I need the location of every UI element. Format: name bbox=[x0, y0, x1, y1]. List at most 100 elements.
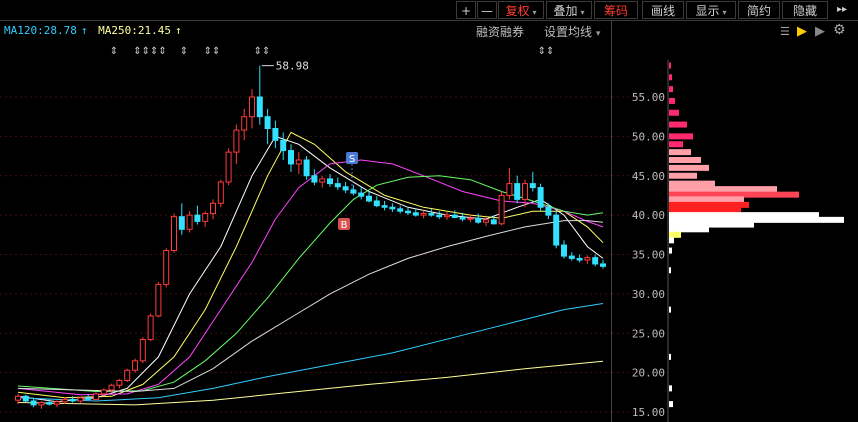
chip-bar bbox=[669, 353, 671, 360]
candle-body bbox=[366, 195, 372, 202]
chip-bar bbox=[669, 172, 697, 179]
candle-body bbox=[522, 183, 528, 200]
ma-line bbox=[17, 131, 604, 399]
chip-bar bbox=[669, 186, 777, 193]
candle-body bbox=[124, 369, 131, 382]
candle-body bbox=[436, 214, 443, 218]
candle-body bbox=[61, 398, 68, 403]
event-mark: ⇕⇕⇕⇕ bbox=[133, 46, 167, 57]
candle-body bbox=[358, 192, 365, 197]
candle-body bbox=[389, 206, 396, 210]
y-tick-label: 55.00 bbox=[632, 91, 665, 104]
chip-bar bbox=[669, 201, 749, 208]
event-mark: ⇕⇕ bbox=[254, 46, 271, 57]
candle-body bbox=[568, 255, 575, 259]
candle-body bbox=[38, 402, 45, 406]
chip-bar bbox=[669, 121, 687, 128]
chip-bar bbox=[669, 226, 709, 233]
candle-body bbox=[444, 214, 450, 218]
candle-body bbox=[132, 360, 138, 371]
chip-bar bbox=[669, 157, 701, 163]
candle-body bbox=[459, 216, 466, 220]
candle-body bbox=[327, 178, 333, 185]
chip-bar bbox=[669, 196, 744, 203]
chip-bar bbox=[669, 247, 672, 254]
y-tick-label: 25.00 bbox=[632, 327, 665, 340]
y-tick-label: 35.00 bbox=[632, 249, 665, 262]
candle-body bbox=[545, 206, 552, 216]
chip-bar bbox=[669, 62, 671, 69]
chip-bar bbox=[669, 180, 715, 187]
chip-bar bbox=[669, 164, 709, 171]
candle-body bbox=[288, 150, 294, 165]
candle-body bbox=[171, 216, 177, 252]
candle-body bbox=[350, 189, 357, 194]
y-tick-label: 15.00 bbox=[632, 406, 665, 419]
settings-icon[interactable]: ⚙ bbox=[833, 22, 846, 38]
candle-body bbox=[100, 389, 107, 395]
flag-icon[interactable]: ▶ bbox=[797, 24, 807, 39]
chip-bar bbox=[669, 133, 693, 140]
candle-body bbox=[475, 217, 482, 223]
candle-body bbox=[108, 384, 115, 391]
chip-bar bbox=[669, 385, 672, 392]
candle-body bbox=[210, 202, 216, 215]
candle-body bbox=[381, 205, 388, 208]
y-tick-label: 50.00 bbox=[632, 130, 665, 143]
chip-bar bbox=[669, 149, 691, 156]
candle-body bbox=[405, 210, 411, 214]
max-price-label: 58.98 bbox=[276, 60, 309, 73]
candle-body bbox=[15, 395, 21, 401]
candle-body bbox=[576, 257, 583, 261]
candle-body bbox=[69, 398, 76, 402]
candle-body bbox=[46, 402, 53, 405]
chip-bar bbox=[669, 109, 679, 116]
candle-body bbox=[295, 159, 302, 165]
chip-bar bbox=[669, 267, 671, 274]
candle-body bbox=[498, 194, 505, 225]
candle-body bbox=[553, 214, 560, 246]
candle-body bbox=[561, 244, 567, 257]
ma-line bbox=[17, 303, 604, 402]
candle-body bbox=[397, 208, 404, 212]
event-mark: ⇕⇕ bbox=[204, 46, 221, 57]
candle-body bbox=[272, 128, 279, 141]
ma-line bbox=[17, 360, 604, 406]
list-icon[interactable]: ☰ bbox=[780, 25, 790, 38]
candle-body bbox=[584, 257, 591, 261]
candle-body bbox=[592, 257, 599, 265]
y-tick-label: 40.00 bbox=[632, 209, 665, 222]
candle-body bbox=[506, 183, 513, 196]
candle-body bbox=[147, 315, 154, 341]
event-mark: ⇕⇕ bbox=[538, 46, 555, 57]
candle-body bbox=[467, 217, 474, 220]
candle-body bbox=[280, 139, 287, 152]
sell-marker-label: S bbox=[349, 154, 355, 165]
candle-body bbox=[311, 175, 318, 183]
chip-bar bbox=[669, 141, 683, 148]
candle-body bbox=[77, 397, 84, 402]
candle-body bbox=[233, 129, 240, 153]
chip-bar bbox=[669, 74, 672, 81]
ma-line bbox=[17, 220, 604, 393]
candle-body bbox=[420, 213, 427, 216]
candle-body bbox=[22, 395, 29, 402]
candle-body bbox=[194, 214, 201, 222]
candle-body bbox=[428, 213, 435, 216]
candle-body bbox=[186, 214, 193, 230]
candle-body bbox=[483, 219, 489, 223]
candle-body bbox=[334, 183, 341, 188]
event-mark: ⇕ bbox=[180, 46, 188, 57]
candle-body bbox=[202, 213, 209, 222]
candle-body bbox=[225, 151, 232, 183]
play-icon[interactable]: ▶ bbox=[815, 24, 825, 39]
candle-body bbox=[30, 400, 37, 406]
y-tick-label: 20.00 bbox=[632, 367, 665, 380]
chip-bar bbox=[669, 237, 674, 244]
candle-body bbox=[249, 96, 255, 118]
candle-body bbox=[412, 212, 419, 216]
candle-body bbox=[319, 178, 326, 183]
candle-body bbox=[537, 187, 544, 208]
candle-body bbox=[93, 393, 99, 400]
candle-body bbox=[241, 116, 248, 131]
